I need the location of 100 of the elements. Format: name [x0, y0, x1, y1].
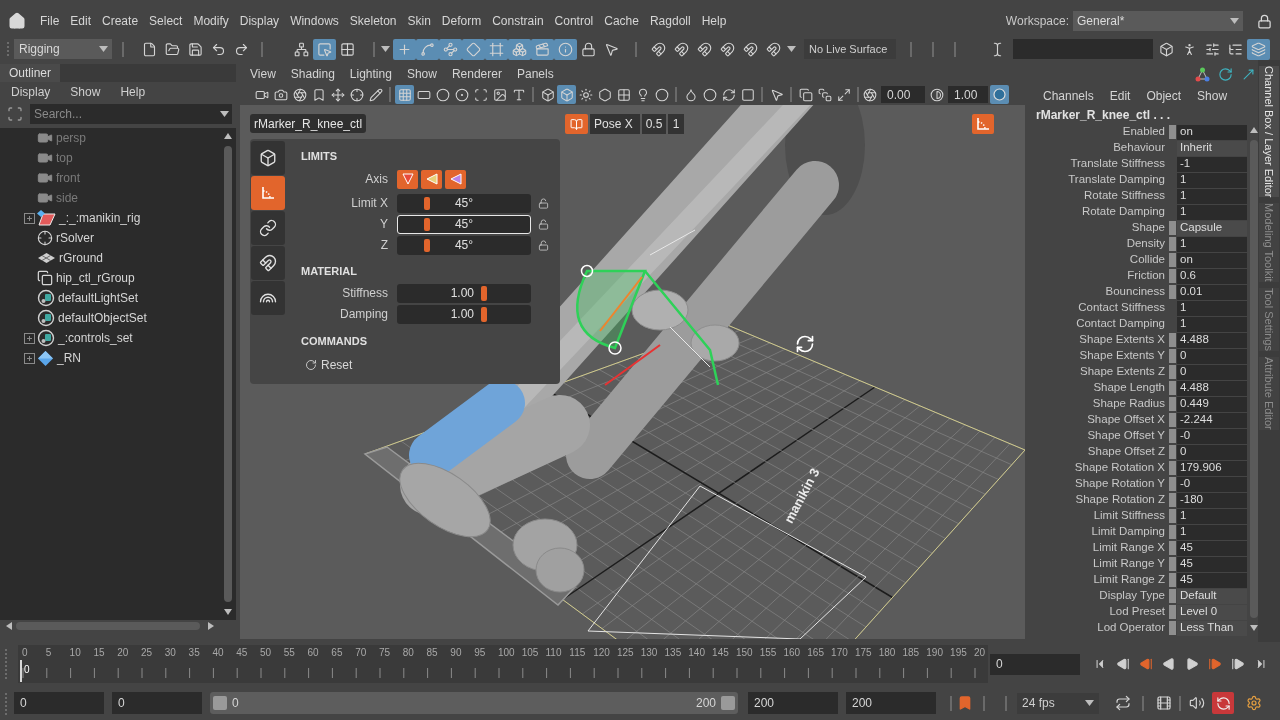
- input-field[interactable]: [1013, 39, 1153, 59]
- aperture-icon[interactable]: [863, 87, 877, 102]
- channel-value-field[interactable]: 179.906: [1177, 460, 1247, 476]
- outliner-tab[interactable]: Outliner: [0, 64, 61, 82]
- channel-value-field[interactable]: -1: [1177, 156, 1247, 172]
- channel-value-field[interactable]: 0: [1177, 364, 1247, 380]
- limits-toggle-button[interactable]: [972, 114, 994, 134]
- slider-thumb[interactable]: [481, 285, 488, 301]
- slider-thumb[interactable]: [424, 217, 431, 231]
- channel-value-field[interactable]: 0: [1177, 444, 1247, 460]
- channel-value-field[interactable]: 0.6: [1177, 268, 1247, 284]
- channel-value-field[interactable]: 45: [1177, 540, 1247, 556]
- diagonal-arrow-icon[interactable]: [1241, 66, 1256, 82]
- pose-step-field[interactable]: 1: [668, 114, 684, 134]
- drag-handle[interactable]: [4, 691, 8, 715]
- scrollbar[interactable]: [4, 620, 216, 632]
- live-surface-field[interactable]: No Live Surface: [804, 39, 896, 59]
- channel-value-field[interactable]: Inherit: [1177, 140, 1247, 156]
- limit-slider[interactable]: 45°: [397, 214, 531, 234]
- channel-value-field[interactable]: on: [1177, 252, 1247, 268]
- panel-tab[interactable]: [251, 246, 285, 280]
- color-management-button[interactable]: [990, 85, 1009, 104]
- expand-box-icon[interactable]: [24, 352, 35, 364]
- lock-icon[interactable]: [1257, 13, 1272, 29]
- time-slider[interactable]: 0 5 10 15 20 25 30 35 40 45 50 55 60 65 70 75 80 85 90 95 100 105 110 115 120 125 130 135 140 145 150 155 160 165 170 175 180 185 190 195 20 0: [18, 645, 988, 683]
- search-dropdown-button[interactable]: [216, 104, 232, 124]
- channel-value-field[interactable]: 4.488: [1177, 332, 1247, 348]
- outliner-item[interactable]: rGround: [37, 249, 108, 267]
- unlocked-icon[interactable]: [538, 239, 549, 251]
- search-field[interactable]: Search...: [30, 104, 216, 124]
- bookmark-icon[interactable]: [957, 695, 973, 711]
- reset-button[interactable]: Reset: [301, 355, 359, 375]
- channel-value-field[interactable]: Level 0: [1177, 604, 1247, 620]
- value-slider[interactable]: 1.00: [397, 304, 531, 324]
- pose-value-field[interactable]: 0.5: [642, 114, 666, 134]
- tri-color-dots-icon[interactable]: [1195, 66, 1210, 82]
- outliner-item[interactable]: _RN: [37, 349, 85, 367]
- menu-item[interactable]: Constrain: [492, 12, 544, 30]
- channel-value-field[interactable]: 45: [1177, 572, 1247, 588]
- menu-item[interactable]: Edit: [1109, 87, 1131, 105]
- channel-value-field[interactable]: -180: [1177, 492, 1247, 508]
- menu-item[interactable]: Modify: [193, 12, 229, 30]
- menu-item[interactable]: Shading: [290, 65, 335, 83]
- menu-item[interactable]: Control: [554, 12, 594, 30]
- drag-handle[interactable]: [4, 647, 8, 681]
- panel-tab[interactable]: [251, 141, 285, 175]
- contrast-icon[interactable]: [930, 87, 944, 102]
- menu-item[interactable]: File: [40, 12, 60, 30]
- pose-field[interactable]: Pose X: [590, 114, 640, 134]
- expand-box-icon[interactable]: [24, 332, 35, 344]
- channel-value-field[interactable]: 4.488: [1177, 380, 1247, 396]
- drag-handle[interactable]: [6, 40, 10, 58]
- channel-value-field[interactable]: -2.244: [1177, 412, 1247, 428]
- selection-frame-icon[interactable]: [7, 106, 23, 122]
- menu-item[interactable]: Display: [239, 12, 280, 30]
- panel-tab[interactable]: [251, 281, 285, 315]
- channel-value-field[interactable]: -0: [1177, 476, 1247, 492]
- gamma-field[interactable]: 1.00: [948, 86, 988, 103]
- channel-value-field[interactable]: 1: [1177, 300, 1247, 316]
- channel-value-field[interactable]: 1: [1177, 172, 1247, 188]
- channel-value-field[interactable]: 1: [1177, 204, 1247, 220]
- menu-item[interactable]: Channels: [1043, 87, 1094, 105]
- unlocked-icon[interactable]: [538, 218, 549, 230]
- menu-item[interactable]: Panels: [516, 65, 554, 83]
- tool-button[interactable]: [1247, 38, 1270, 60]
- outliner-item[interactable]: defaultObjectSet: [37, 309, 151, 327]
- menu-item[interactable]: Help: [701, 12, 727, 30]
- channel-value-field[interactable]: 1: [1177, 188, 1247, 204]
- channel-value-field[interactable]: Less Than: [1177, 620, 1247, 636]
- menu-item[interactable]: Display: [11, 83, 51, 101]
- frame-field[interactable]: 0: [990, 653, 1080, 675]
- channel-value-field[interactable]: 1: [1177, 236, 1247, 252]
- workspace-dropdown[interactable]: General*: [1073, 11, 1243, 31]
- channel-value-field[interactable]: 1: [1177, 524, 1247, 540]
- menu-item[interactable]: Ragdoll: [649, 12, 691, 30]
- channel-value-field[interactable]: 0: [1177, 348, 1247, 364]
- channel-value-field[interactable]: 45: [1177, 556, 1247, 572]
- range-handle[interactable]: [721, 696, 735, 710]
- expand-box-icon[interactable]: [24, 212, 35, 224]
- menu-item[interactable]: Show: [406, 65, 437, 83]
- panel-tab[interactable]: [251, 211, 285, 245]
- channel-value-field[interactable]: 0.01: [1177, 284, 1247, 300]
- limit-slider[interactable]: 45°: [397, 235, 531, 255]
- unlocked-icon[interactable]: [538, 197, 549, 209]
- menu-item[interactable]: Deform: [441, 12, 482, 30]
- outliner-item[interactable]: _:_:manikin_rig: [37, 209, 145, 227]
- start-frame-field[interactable]: 0: [14, 692, 104, 714]
- auto-key-button[interactable]: [1212, 692, 1234, 714]
- outliner-item[interactable]: hip_ctl_rGroup: [37, 269, 139, 287]
- menu-item[interactable]: Create: [102, 12, 139, 30]
- outliner-item[interactable]: rSolver: [37, 229, 98, 247]
- menu-item[interactable]: Skeleton: [349, 12, 397, 30]
- menu-item[interactable]: Renderer: [451, 65, 502, 83]
- menu-item[interactable]: View: [250, 65, 276, 83]
- home-icon[interactable]: [8, 12, 26, 30]
- channel-value-field[interactable]: on: [1177, 124, 1247, 140]
- tool-button[interactable]: [554, 38, 577, 60]
- value-slider[interactable]: 1.00: [397, 283, 531, 303]
- circular-arrow-icon[interactable]: [1218, 66, 1233, 82]
- menu-item[interactable]: Windows: [290, 12, 339, 30]
